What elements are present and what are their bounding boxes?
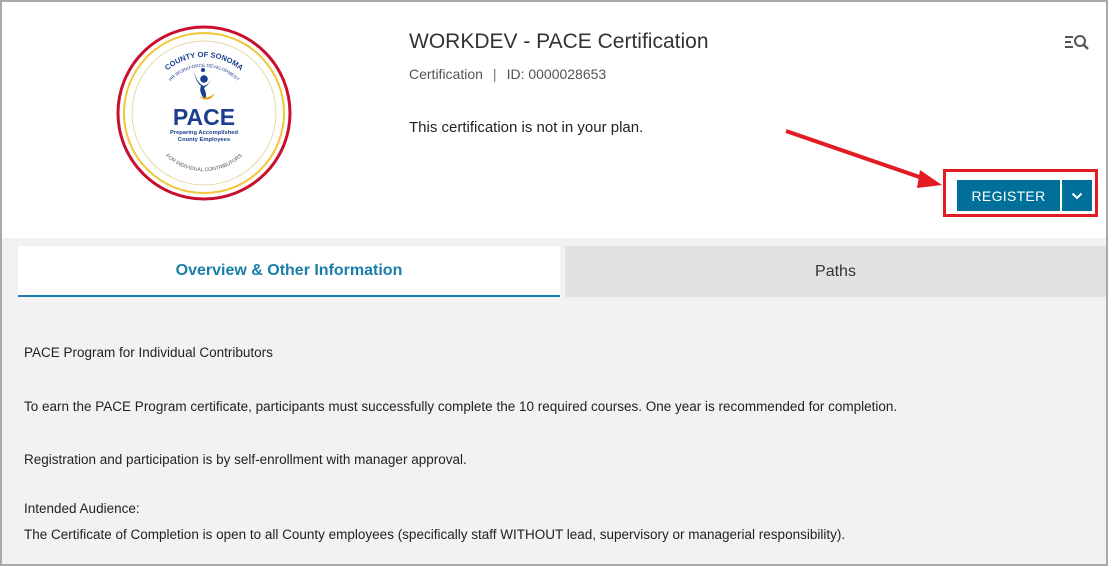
certification-meta: Certification | ID: 0000028653 — [409, 66, 606, 82]
annotation-arrow — [785, 129, 942, 188]
type-label: Certification — [409, 66, 483, 82]
pace-logo: COUNTY OF SONOMA HR WORKFORCE DEVELOPMEN… — [116, 25, 292, 201]
meta-separator: | — [492, 66, 497, 82]
certification-page: COUNTY OF SONOMA HR WORKFORCE DEVELOPMEN… — [0, 0, 1108, 566]
intended-audience-heading: Intended Audience: — [24, 501, 140, 516]
description-line: PACE Program for Individual Contributors — [24, 345, 273, 360]
register-options-button[interactable] — [1062, 180, 1092, 211]
page-title: WORKDEV - PACE Certification — [409, 30, 709, 53]
detail-tabs: Overview & Other Information Paths — [2, 246, 1106, 298]
logo-name: PACE — [173, 104, 235, 130]
description-line: Registration and participation is by sel… — [24, 452, 467, 467]
description-line: To earn the PACE Program certificate, pa… — [24, 399, 898, 414]
chevron-down-icon — [1071, 192, 1083, 199]
certification-header: COUNTY OF SONOMA HR WORKFORCE DEVELOPMEN… — [2, 2, 1106, 238]
description-line: The Certificate of Completion is open to… — [24, 527, 846, 542]
logo-tagline-2: County Employees — [178, 137, 230, 143]
tab-paths[interactable]: Paths — [565, 246, 1106, 297]
plan-status-text: This certification is not in your plan. — [409, 119, 644, 136]
certification-id: ID: 0000028653 — [506, 66, 607, 82]
search-list-icon[interactable] — [1064, 32, 1090, 52]
tab-overview[interactable]: Overview & Other Information — [18, 246, 560, 297]
logo-tagline-1: Preparing Accomplished — [170, 130, 239, 136]
register-button[interactable]: REGISTER — [957, 180, 1060, 211]
register-button-group: REGISTER — [957, 180, 1092, 211]
